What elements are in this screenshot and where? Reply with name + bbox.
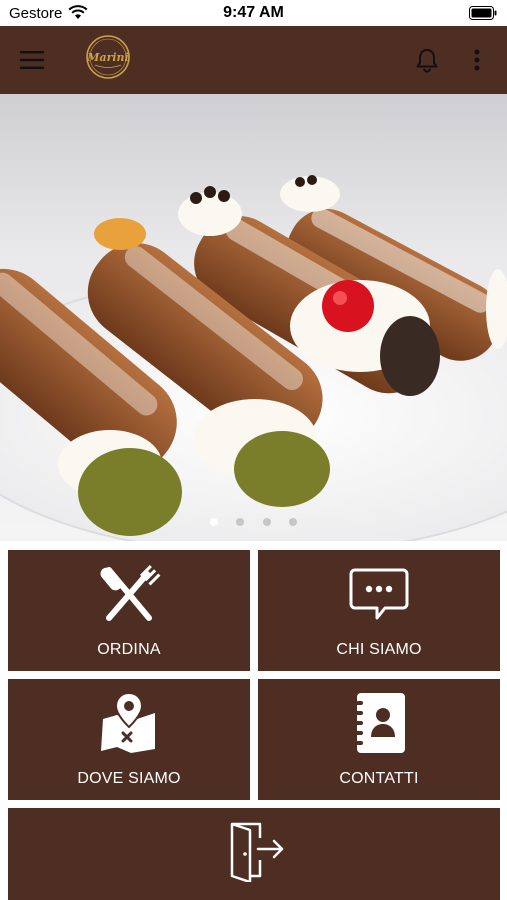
tile-contatti[interactable]: CONTATTI bbox=[258, 679, 500, 800]
app-header: Marini bbox=[0, 26, 507, 94]
carousel-pagination[interactable] bbox=[0, 513, 507, 531]
tile-label-contatti: CONTATTI bbox=[339, 770, 419, 787]
tile-label-ordina: ORDINA bbox=[97, 641, 161, 658]
logo-wordmark: Marini bbox=[86, 51, 128, 64]
hero-image-cannoli[interactable] bbox=[0, 94, 507, 541]
bell-notification-icon[interactable] bbox=[413, 46, 441, 74]
logout-door-icon bbox=[222, 818, 286, 884]
clock-time: 9:47 AM bbox=[223, 4, 284, 21]
tile-ordina[interactable]: ORDINA bbox=[8, 550, 250, 671]
carousel-dot-2[interactable] bbox=[236, 518, 245, 526]
hamburger-menu-icon[interactable] bbox=[18, 46, 46, 74]
map-pin-icon bbox=[97, 691, 161, 755]
brand-logo: Marini bbox=[85, 34, 131, 80]
more-options-icon[interactable] bbox=[468, 46, 486, 74]
tile-label-dove-siamo: DOVE SIAMO bbox=[77, 770, 181, 787]
carousel-dot-1[interactable] bbox=[209, 518, 218, 526]
battery-icon bbox=[469, 6, 497, 25]
tile-chi-siamo[interactable]: CHI SIAMO bbox=[258, 550, 500, 671]
cutlery-icon bbox=[97, 562, 161, 626]
address-book-icon bbox=[347, 691, 411, 755]
tile-dove-siamo[interactable]: DOVE SIAMO bbox=[8, 679, 250, 800]
carousel-dot-4[interactable] bbox=[289, 518, 298, 526]
status-bar: Gestore 9:47 AM bbox=[0, 0, 507, 26]
chat-bubble-icon bbox=[347, 562, 411, 626]
carousel-dot-3[interactable] bbox=[262, 518, 271, 526]
tile-label-chi-siamo: CHI SIAMO bbox=[336, 641, 422, 658]
logout-button[interactable] bbox=[8, 808, 500, 900]
